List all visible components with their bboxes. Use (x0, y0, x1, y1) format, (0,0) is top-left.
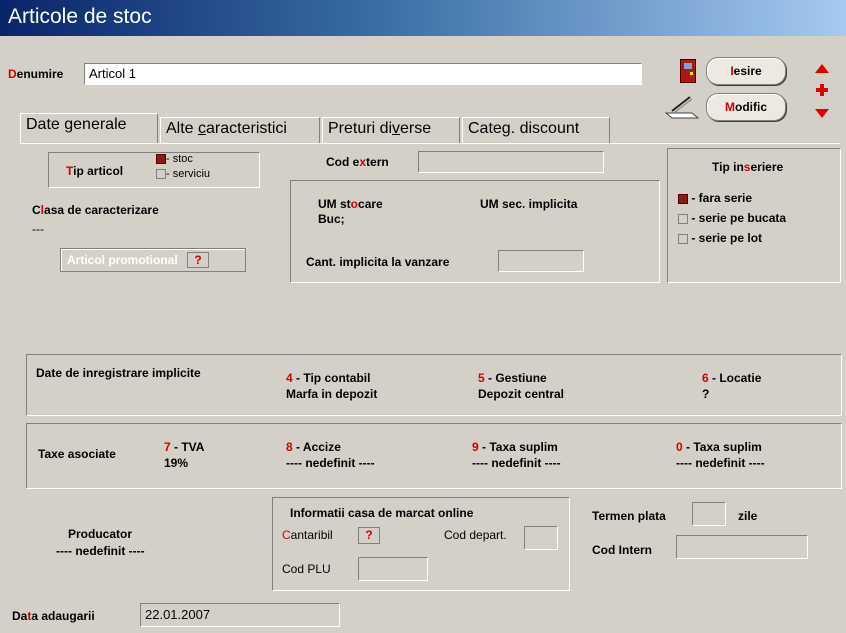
data-adaugarii-label: Data adaugarii (12, 609, 95, 623)
taxa-suplim-2-value: ---- nedefinit ---- (676, 456, 765, 470)
gestiune-label[interactable]: 5 - Gestiune (478, 371, 547, 385)
accize-value: ---- nedefinit ---- (286, 456, 375, 470)
exit-button[interactable]: Iesire (706, 57, 786, 85)
articol-promotional-button[interactable]: Articol promotional ? (60, 248, 246, 272)
tva-value: 19% (164, 456, 189, 470)
stoc-checkbox[interactable] (156, 154, 166, 165)
serie-lot-option[interactable]: - serie pe lot (678, 231, 762, 245)
previous-arrow-icon[interactable] (815, 64, 829, 73)
termen-plata-label: Termen plata (592, 509, 666, 523)
cantaribil-help-button[interactable]: ? (358, 527, 380, 544)
tip-contabil-label[interactable]: 4 - Tip contabil (286, 371, 370, 385)
serviciu-checkbox[interactable] (156, 169, 166, 180)
title-bar: Articole de stoc (0, 0, 846, 36)
name-input[interactable]: Articol 1 (84, 63, 642, 85)
termen-plata-unit: zile (738, 509, 758, 523)
cant-implicita-label: Cant. implicita la vanzare (306, 255, 450, 269)
taxa-suplim-1-label[interactable]: 9 - Taxa suplim (472, 440, 558, 454)
tab-alte-caracteristici[interactable]: Alte caracteristici (160, 117, 320, 143)
um-stocare-label: UM stocare (318, 197, 383, 211)
tip-inseriere-title: Tip inseriere (712, 160, 784, 174)
termen-plata-input[interactable] (692, 502, 726, 526)
casa-marcat-title: Informatii casa de marcat online (290, 506, 474, 520)
serie-lot-checkbox[interactable] (678, 233, 688, 244)
taxe-label: Taxe asociate (38, 447, 116, 461)
producator-label: Producator (68, 527, 133, 541)
cod-extern-input[interactable] (418, 151, 604, 173)
modify-button[interactable]: Modific (706, 93, 786, 121)
tip-articol-stoc-option[interactable]: - stoc (156, 153, 193, 165)
next-arrow-icon[interactable] (815, 109, 829, 118)
cod-extern-label: Cod extern (326, 155, 389, 169)
um-stocare-value: Buc; (318, 212, 345, 226)
exit-door-icon[interactable] (680, 59, 696, 83)
cod-plu-input[interactable] (358, 557, 428, 581)
tab-preturi-diverse[interactable]: Preturi diverse (322, 117, 460, 143)
taxa-suplim-2-label[interactable]: 0 - Taxa suplim (676, 440, 762, 454)
cod-depart-input[interactable] (524, 526, 558, 550)
cant-implicita-input[interactable] (498, 250, 584, 272)
clasa-value: --- (32, 222, 44, 236)
locatie-value: ? (702, 387, 710, 401)
tip-contabil-value: Marfa in depozit (286, 387, 378, 401)
cod-intern-input[interactable] (676, 535, 808, 559)
tip-articol-serviciu-option[interactable]: - serviciu (156, 168, 210, 180)
tab-divider (20, 143, 840, 144)
gestiune-value: Depozit central (478, 387, 565, 401)
record-nav (814, 62, 830, 122)
serie-bucata-option[interactable]: - serie pe bucata (678, 211, 786, 225)
data-adaugarii-input[interactable]: 22.01.2007 (140, 603, 340, 627)
cantaribil-label: Cantaribil (282, 528, 333, 542)
window-title: Articole de stoc (8, 5, 152, 28)
locatie-label[interactable]: 6 - Locatie (702, 371, 761, 385)
inregistrare-label: Date de inregistrare implicite (36, 366, 201, 380)
accize-label[interactable]: 8 - Accize (286, 440, 341, 454)
producator-value[interactable]: ---- nedefinit ---- (56, 544, 145, 558)
cod-depart-label: Cod depart. (444, 528, 507, 542)
clasa-label: Clasa de caracterizare (32, 203, 159, 217)
um-sec-label: UM sec. implicita (480, 197, 578, 211)
promo-help-button[interactable]: ? (187, 252, 210, 268)
tab-categ-discount[interactable]: Categ. discount (462, 117, 610, 143)
cod-intern-label: Cod Intern (592, 543, 652, 557)
fara-serie-option[interactable]: - fara serie (678, 191, 752, 205)
tab-date-generale[interactable]: Date generale (20, 113, 158, 143)
name-label: Denumire (8, 67, 64, 81)
tva-label[interactable]: 7 - TVA (164, 440, 204, 454)
serie-bucata-checkbox[interactable] (678, 213, 688, 224)
tip-articol-label: Tip articol (66, 164, 124, 178)
inregistrare-group (26, 354, 842, 416)
edit-pen-icon[interactable] (662, 93, 700, 119)
cod-plu-label: Cod PLU (282, 562, 331, 576)
fara-serie-checkbox[interactable] (678, 193, 688, 204)
taxa-suplim-1-value: ---- nedefinit ---- (472, 456, 561, 470)
